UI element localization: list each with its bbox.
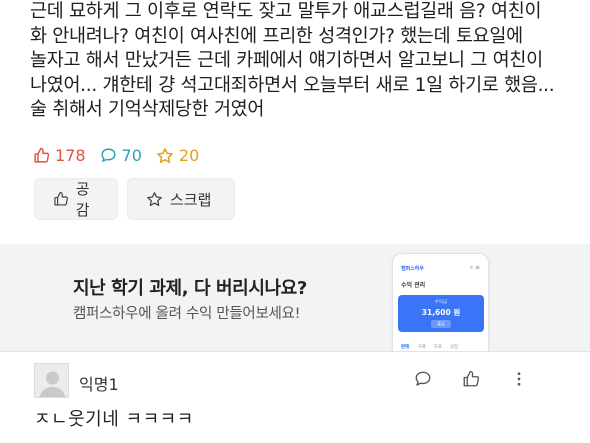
post-actions: 공감 스크랩: [34, 178, 235, 220]
post-line: 나였어... 걔한테 걍 석고대죄하면서 오늘부터 새로 1일 하기로 했음..…: [30, 74, 555, 96]
post-line: 화 안내려나? 여친이 여사친에 프리한 성격인가? 했는데 토요일에: [30, 25, 523, 47]
phone-tabs: 판매 구매 자료 설정: [401, 344, 458, 350]
comment-author: 익명1: [79, 375, 119, 394]
phone-withdraw-button: 출금: [431, 320, 451, 328]
thumbs-up-icon: [34, 147, 50, 163]
more-vertical-icon[interactable]: [510, 370, 528, 388]
post-line: 근데 묘하게 그 이후로 연락도 잦고 말투가 애교스럽길래 음? 여친이: [30, 1, 542, 22]
comment-divider: [0, 351, 590, 352]
like-count: 178: [33, 146, 86, 165]
star-icon: [147, 191, 162, 206]
scrap-count: 20: [156, 146, 199, 165]
scrap-button-label: 스크랩: [170, 190, 212, 209]
post-line: 술 취해서 기억삭제당한 거였어: [30, 99, 265, 120]
phone-tab: 설정: [449, 345, 459, 350]
phone-menu-icon: ⌕ ≡: [469, 264, 480, 271]
avatar: [34, 363, 69, 398]
post-stats: 178 70 20: [33, 146, 199, 165]
phone-tab: 구매: [417, 345, 426, 350]
phone-tab: 자료: [433, 345, 442, 350]
like-button-label: 공감: [75, 180, 90, 219]
star-icon: [157, 147, 173, 163]
comment-count-value: 70: [121, 146, 142, 165]
speech-bubble-icon: [100, 148, 116, 162]
reply-icon[interactable]: [414, 370, 432, 388]
phone-heading: 수익 관리: [401, 282, 426, 289]
ad-banner[interactable]: 지난 학기 과제, 다 버리시나요? 캠퍼스하우에 올려 수익 만들어보세요! …: [0, 244, 590, 351]
post-body: 근데 묘하게 그 이후로 연락도 잦고 말투가 애교스럽길래 음? 여친이 화 …: [30, 0, 575, 123]
comment-text: ㅈㄴ웃기네 ㅋㅋㅋㅋ: [34, 409, 194, 430]
phone-card-amount: 31,600 원: [421, 308, 461, 317]
scrap-button[interactable]: 스크랩: [127, 178, 235, 220]
comment-count: 70: [100, 146, 142, 165]
phone-earnings-card: 수익금 31,600 원 출금: [398, 295, 484, 332]
like-count-value: 178: [55, 146, 86, 165]
scrap-count-value: 20: [178, 146, 200, 165]
phone-card-label: 수익금: [434, 300, 448, 305]
default-avatar-icon: [35, 364, 68, 397]
like-button[interactable]: 공감: [34, 178, 118, 220]
post-line: 놀자고 해서 만났거든 근데 카페에서 얘기하면서 알고보니 그 여친이: [30, 50, 543, 71]
thumbs-up-icon: [54, 191, 68, 206]
ad-subtitle: 캠퍼스하우에 올려 수익 만들어보세요!: [73, 306, 301, 322]
phone-tab: 판매: [401, 345, 410, 350]
ad-title: 지난 학기 과제, 다 버리시나요?: [73, 278, 307, 299]
phone-brand: 캠퍼스하우: [401, 266, 425, 272]
ad-phone-mockup: 캠퍼스하우 ⌕ ≡ 수익 관리 수익금 31,600 원 출금 판매 구매 자료…: [392, 253, 489, 351]
comment-tools: [414, 370, 528, 388]
thumbs-up-icon[interactable]: [462, 370, 480, 388]
